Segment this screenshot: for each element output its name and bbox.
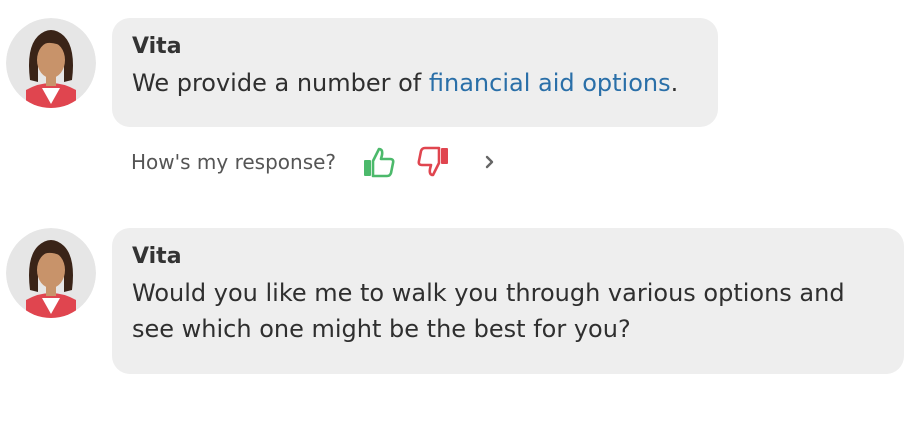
feedback-label: How's my response? <box>131 150 337 174</box>
thumbs-down-button[interactable] <box>414 144 452 180</box>
thumbs-up-button[interactable] <box>360 144 398 180</box>
chat-transcript: Vita We provide a number of financial ai… <box>0 0 916 422</box>
thumbs-down-icon <box>417 146 449 177</box>
avatar <box>6 18 96 108</box>
financial-aid-link[interactable]: financial aid options <box>429 69 671 97</box>
message-text-after: . <box>670 69 679 97</box>
sender-name: Vita <box>132 244 182 269</box>
message-text: Would you like me to walk you through va… <box>132 279 845 343</box>
message-bubble: Vita We provide a number of financial ai… <box>112 18 718 127</box>
message-bubble: Vita Would you like me to walk you throu… <box>112 228 904 374</box>
avatar <box>6 228 96 318</box>
message-text: We provide a number of financial aid opt… <box>132 65 698 101</box>
sender-name: Vita <box>132 34 182 59</box>
chevron-right-icon <box>485 155 494 169</box>
feedback-more-button[interactable] <box>478 144 502 180</box>
thumbs-up-icon <box>364 147 395 178</box>
feedback-bar: How's my response? <box>131 144 502 180</box>
message-text-before: We provide a number of <box>132 69 429 97</box>
